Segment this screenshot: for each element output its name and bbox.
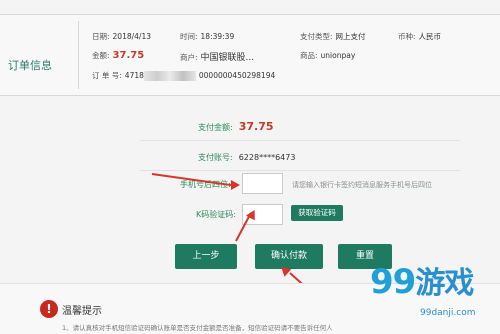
- form-divider: [140, 170, 460, 171]
- watermark-domain: 99danji.com: [420, 308, 476, 318]
- order-info-panel: 订单信息 日期: 2018/4/13 时间: 18:39:39 支付类型: 网上支付 …: [0, 14, 500, 96]
- exclamation-icon: !: [40, 300, 58, 318]
- get-code-button[interactable]: 获取验证码: [291, 205, 343, 221]
- order-amount: 金额: 37.75: [92, 50, 145, 61]
- form-divider: [140, 140, 460, 141]
- order-info-divider: [78, 21, 79, 89]
- order-info-title: 订单信息: [8, 59, 52, 72]
- order-date: 日期: 2018/4/13: [92, 32, 151, 41]
- prev-button[interactable]: 上一步: [175, 244, 237, 269]
- watermark-logo: 99游戏 99danji.com: [360, 250, 500, 333]
- code-label: K码验证码:: [196, 210, 236, 219]
- redacted-blur: [143, 71, 196, 81]
- confirm-pay-button[interactable]: 确认付款: [255, 244, 323, 269]
- order-number: 订 单 号: 4718 0000000450298194: [92, 71, 276, 81]
- payment-page: 订单信息 日期: 2018/4/13 时间: 18:39:39 支付类型: 网上支付 …: [0, 0, 500, 334]
- tip-title: 温馨提示: [62, 306, 102, 317]
- pay-amount-row: 支付金额: 37.75: [198, 120, 274, 133]
- phone-hint: 请您输入银行卡签约短消息服务手机号后四位: [292, 181, 432, 189]
- order-pay-type: 支付类型: 网上支付: [300, 32, 366, 41]
- order-merchant: 商户: 中国银联股...: [180, 53, 255, 63]
- order-time: 时间: 18:39:39: [180, 32, 235, 41]
- pay-account-row: 支付账号: 6228****6473: [198, 153, 296, 162]
- watermark-brand: 99游戏: [370, 262, 474, 302]
- order-product: 商品: unionpay: [300, 51, 356, 60]
- order-currency: 币种: 人民币: [398, 32, 442, 41]
- phone-last4-input[interactable]: [242, 173, 283, 194]
- tip-line-1: 1、请认真核对手机短信验证码确认账单是否支付金额是否准备，短信验证码请不要告诉任…: [62, 324, 333, 332]
